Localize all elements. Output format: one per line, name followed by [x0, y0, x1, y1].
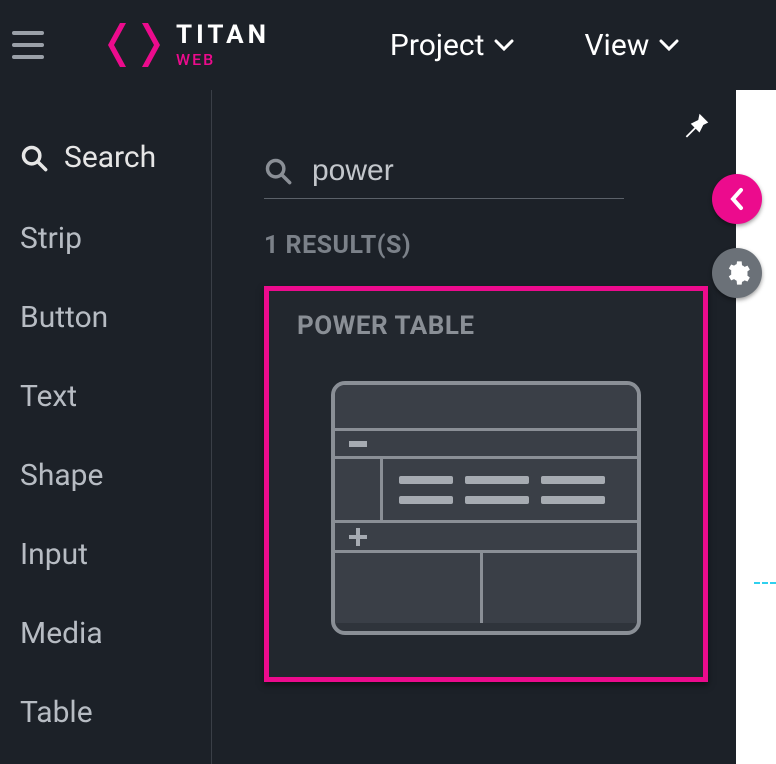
pin-panel-button[interactable]: [682, 110, 712, 150]
sidebar-search-label: Search: [64, 140, 156, 175]
sidebar-item-label: Button: [20, 300, 108, 335]
result-title: POWER TABLE: [297, 311, 675, 341]
sidebar-item-media[interactable]: Media: [0, 594, 211, 673]
gear-icon: [723, 259, 751, 287]
components-panel: 1 RESULT(S) POWER TABLE: [212, 90, 736, 764]
settings-button[interactable]: [712, 248, 762, 298]
logo-icon: [106, 17, 162, 73]
results-count: 1 RESULT(S): [264, 231, 712, 260]
chevron-down-icon: [494, 39, 514, 51]
sidebar-item-shape[interactable]: Shape: [0, 436, 211, 515]
category-sidebar: Search Strip Button Text Shape Input Med…: [0, 90, 212, 764]
guide-line: [754, 582, 776, 584]
sidebar-item-label: Text: [20, 379, 77, 414]
search-icon: [20, 144, 48, 172]
sidebar-item-label: Media: [20, 616, 103, 651]
sidebar-item-text[interactable]: Text: [0, 357, 211, 436]
sidebar-item-input[interactable]: Input: [0, 515, 211, 594]
component-search-input[interactable]: [312, 154, 592, 188]
power-table-preview-icon: [331, 381, 641, 635]
collapse-panel-button[interactable]: [712, 174, 762, 224]
sidebar-item-label: Shape: [20, 458, 103, 493]
result-power-table[interactable]: POWER TABLE: [264, 286, 708, 682]
menu-view[interactable]: View: [584, 28, 679, 63]
component-search: [264, 154, 624, 199]
sidebar-item-label: Table: [20, 695, 93, 730]
hamburger-menu-icon[interactable]: [12, 23, 56, 67]
brand-subname: WEB: [176, 52, 270, 68]
app-header: TITAN WEB Project View: [0, 0, 776, 90]
brand-name: TITAN: [176, 22, 270, 48]
menu-project[interactable]: Project: [390, 28, 515, 63]
pin-icon: [682, 110, 712, 140]
sidebar-search[interactable]: Search: [0, 140, 211, 199]
sidebar-item-label: Strip: [20, 221, 82, 256]
brand-logo[interactable]: TITAN WEB: [106, 17, 270, 73]
search-icon: [264, 157, 292, 185]
sidebar-item-button[interactable]: Button: [0, 278, 211, 357]
sidebar-item-label: Input: [20, 537, 88, 572]
sidebar-item-strip[interactable]: Strip: [0, 199, 211, 278]
menu-view-label: View: [584, 28, 649, 63]
menu-project-label: Project: [390, 28, 485, 63]
chevron-left-icon: [729, 187, 745, 211]
chevron-down-icon: [659, 39, 679, 51]
sidebar-item-table[interactable]: Table: [0, 673, 211, 752]
header-menus: Project View: [390, 28, 679, 63]
